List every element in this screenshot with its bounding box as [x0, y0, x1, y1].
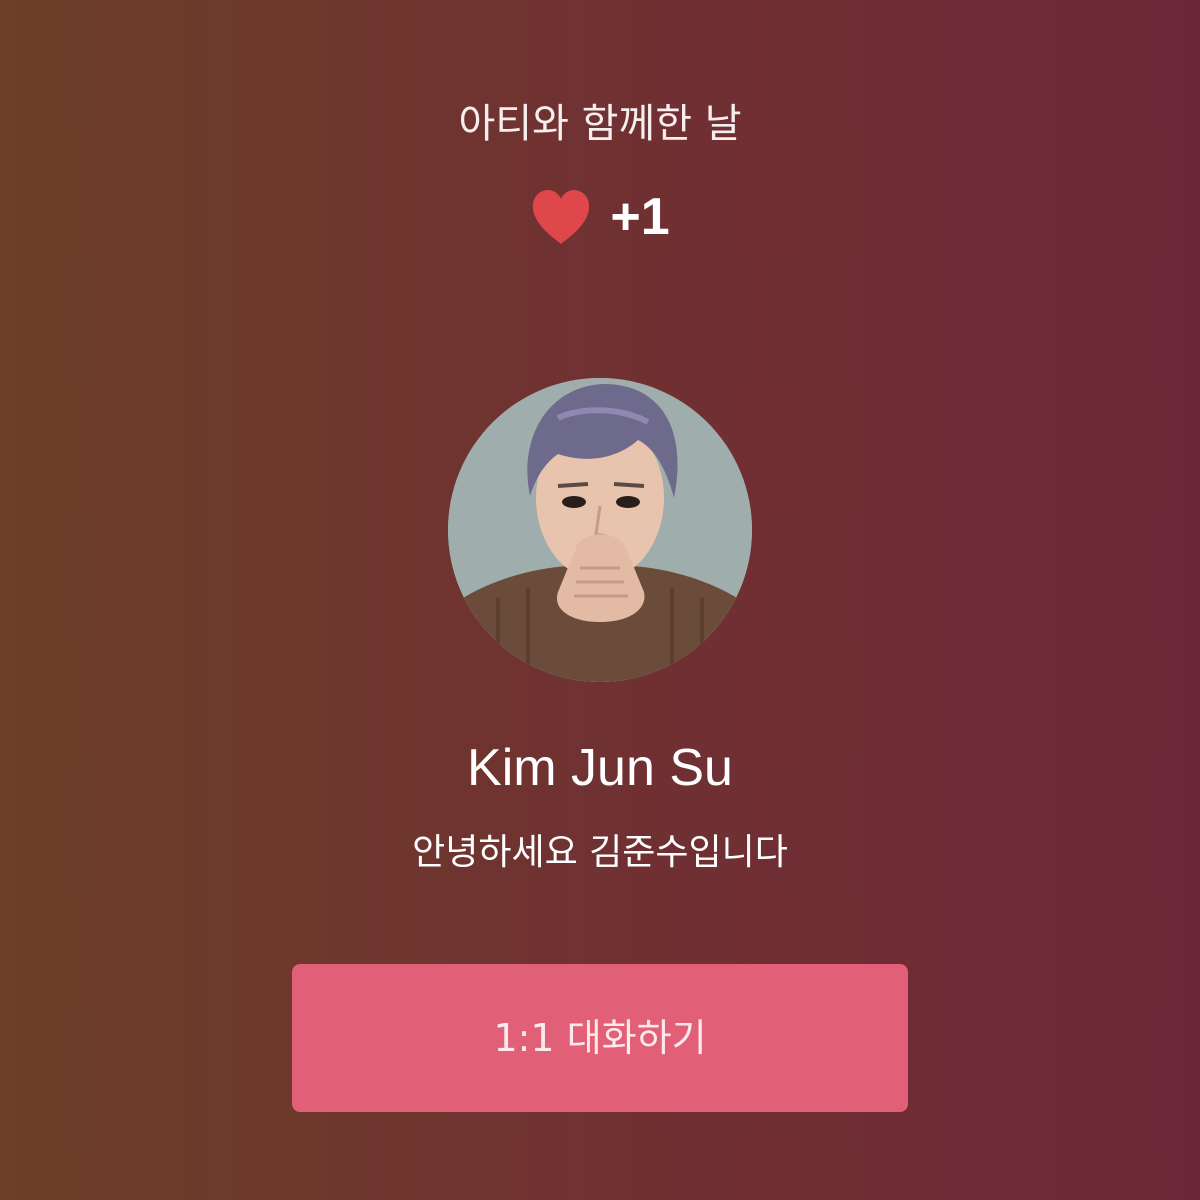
profile-name: Kim Jun Su: [467, 739, 733, 797]
avatar: [448, 378, 752, 682]
affinity-indicator: +1: [0, 182, 1200, 252]
heart-icon: [533, 190, 590, 244]
page-title: 아티와 함께한 날: [458, 101, 742, 147]
profile-screen: 아티와 함께한 날 +1 Kim Jun Su 안녕하세요 김준수입니다 1:1…: [0, 0, 1200, 1200]
profile-greeting: 안녕하세요 김준수입니다: [412, 832, 788, 873]
profile-photo: [448, 378, 752, 682]
affinity-count: +1: [610, 188, 670, 246]
chat-button[interactable]: 1:1 대화하기: [292, 964, 908, 1112]
